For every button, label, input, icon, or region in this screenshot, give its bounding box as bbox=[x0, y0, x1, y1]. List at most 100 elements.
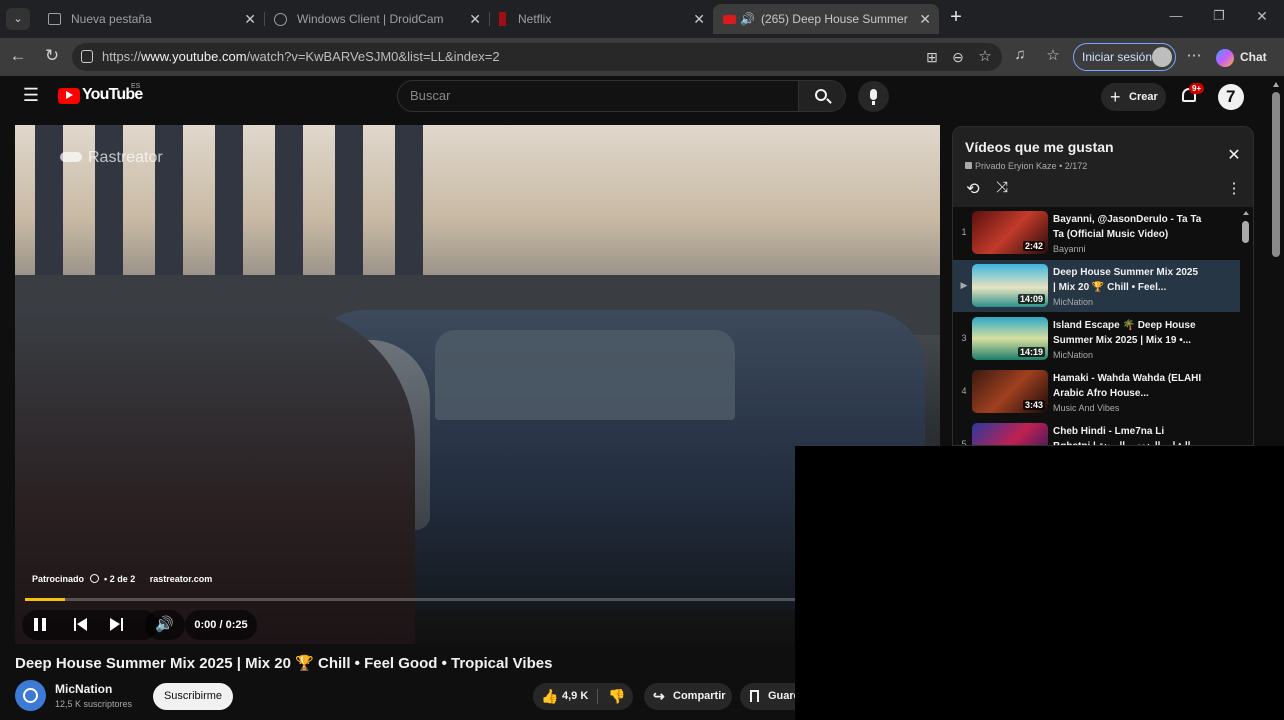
channel-logo-icon bbox=[23, 688, 38, 703]
restore-icon[interactable]: ❐ bbox=[1208, 8, 1230, 24]
playlist-panel: Vídeos que me gustan Privado Eryion Kaze… bbox=[952, 126, 1254, 446]
playlist-meta: Privado Eryion Kaze • 2/172 bbox=[965, 161, 1087, 171]
item-index: 3 bbox=[961, 333, 967, 343]
like-button[interactable]: 👍 4,9 K bbox=[533, 683, 593, 710]
share-arrow-icon: ↪ bbox=[653, 688, 665, 704]
avatar-glyph-icon: 7 bbox=[1226, 87, 1236, 106]
tab-droidcam[interactable]: Windows Client | DroidCam ✕ bbox=[264, 4, 489, 34]
url-field[interactable]: https://www.youtube.com/watch?v=KwBARVeS… bbox=[72, 43, 1002, 71]
notification-badge: 9+ bbox=[1189, 83, 1205, 94]
item-index: 5 bbox=[961, 439, 967, 446]
tab-new-tab[interactable]: Nueva pestaña ✕ bbox=[38, 4, 264, 34]
playlist-item[interactable]: 1 2:42 Bayanni, @JasonDerulo - Ta Ta Ta … bbox=[953, 207, 1240, 259]
thumbnail: 14:09 bbox=[972, 264, 1048, 307]
duration: 3:43 bbox=[1022, 400, 1045, 410]
car-red-foreground bbox=[15, 305, 415, 644]
playlist-owner[interactable]: Eryion Kaze bbox=[1008, 161, 1057, 171]
url-path: /watch?v=KwBARVeSJM0&list=LL&index=2 bbox=[246, 49, 500, 64]
like-count: 4,9 K bbox=[562, 690, 589, 702]
shuffle-icon[interactable]: ⤨ bbox=[992, 179, 1012, 196]
search-button[interactable] bbox=[799, 80, 846, 112]
close-icon[interactable]: ✕ bbox=[469, 11, 481, 28]
sign-in-button[interactable]: Iniciar sesión bbox=[1073, 43, 1176, 71]
search-input[interactable]: Buscar bbox=[397, 80, 799, 112]
reload-icon[interactable]: ↻ bbox=[42, 46, 62, 66]
facade-stripe bbox=[215, 125, 243, 280]
close-window-icon[interactable]: ✕ bbox=[1251, 8, 1273, 25]
youtube-header: ☰ YouTube ES Buscar + Crear 9+ 7 bbox=[0, 76, 1268, 118]
thumbnail: 3:43 bbox=[972, 370, 1048, 413]
extensions-icon[interactable]: ♫ bbox=[1010, 46, 1030, 63]
ad-domain[interactable]: rastreator.com bbox=[150, 574, 213, 584]
play-triangle bbox=[66, 91, 73, 99]
volume-control[interactable]: 🔊 bbox=[145, 610, 185, 640]
playlist-item[interactable]: ▶ 14:09 Deep House Summer Mix 2025 | Mix… bbox=[953, 260, 1240, 312]
region-code: ES bbox=[131, 83, 141, 90]
pause-icon[interactable] bbox=[34, 618, 46, 631]
create-button[interactable]: + Crear bbox=[1101, 83, 1166, 111]
playlist-item[interactable]: 3 14:19 Island Escape 🌴 Deep House Summe… bbox=[953, 313, 1240, 365]
site-info-icon[interactable] bbox=[81, 50, 93, 63]
scroll-thumb[interactable] bbox=[1272, 92, 1280, 257]
netflix-icon bbox=[499, 12, 506, 26]
playlist-scrollbar[interactable] bbox=[1242, 207, 1250, 445]
scroll-thumb[interactable] bbox=[1242, 221, 1249, 243]
address-bar-row: ← ↻ https://www.youtube.com/watch?v=KwBA… bbox=[0, 38, 1284, 76]
app-install-icon[interactable]: ⊞ bbox=[922, 43, 942, 71]
minimize-icon[interactable]: — bbox=[1165, 8, 1187, 23]
more-menu-icon[interactable]: ⋯ bbox=[1184, 46, 1204, 64]
next-icon[interactable] bbox=[110, 618, 124, 631]
back-icon[interactable]: ← bbox=[8, 46, 28, 66]
tab-netflix[interactable]: Netflix ✕ bbox=[489, 4, 713, 34]
copilot-chat-button[interactable]: Chat bbox=[1216, 46, 1278, 68]
subscribe-button[interactable]: Suscribirme bbox=[153, 683, 233, 710]
close-playlist-icon[interactable]: ✕ bbox=[1225, 145, 1243, 165]
tab-list-icon[interactable]: ⌄ bbox=[6, 8, 30, 30]
duration: 2:42 bbox=[1022, 241, 1045, 251]
ad-info: Patrocinado • 2 de 2 rastreator.com bbox=[32, 574, 212, 584]
channel-avatar[interactable] bbox=[15, 680, 46, 711]
scroll-up-icon[interactable] bbox=[1243, 211, 1249, 215]
share-button[interactable]: ↪ Compartir bbox=[644, 683, 732, 710]
zoom-icon[interactable]: ⊖ bbox=[948, 43, 968, 71]
speaker-icon[interactable]: 🔊 bbox=[740, 12, 755, 26]
like-dislike-group: 👍 4,9 K 👎 bbox=[533, 683, 633, 710]
plus-icon: + bbox=[1110, 87, 1121, 107]
dislike-button[interactable]: 👎 bbox=[599, 683, 633, 710]
voice-search-button[interactable] bbox=[858, 81, 889, 112]
favorite-star-icon[interactable]: ☆ bbox=[975, 43, 995, 71]
playlist-item[interactable]: 5 Cheb Hindi - Lme7na Li Bghatni | الشاب… bbox=[953, 419, 1240, 446]
playlist-privacy: Privado bbox=[975, 161, 1006, 171]
item-index: 4 bbox=[961, 386, 967, 396]
notifications-button[interactable]: 9+ bbox=[1180, 83, 1205, 106]
playlist-item[interactable]: 4 3:43 Hamaki - Wahda Wahda (ELAHI Arabi… bbox=[953, 366, 1240, 418]
close-icon[interactable]: ✕ bbox=[919, 11, 931, 28]
close-icon[interactable]: ✕ bbox=[693, 11, 705, 28]
scroll-up-icon[interactable] bbox=[1273, 82, 1279, 87]
previous-icon[interactable] bbox=[74, 618, 88, 631]
menu-icon[interactable]: ☰ bbox=[20, 85, 42, 106]
item-title: Bayanni, @JasonDerulo - Ta Ta Ta (Offici… bbox=[1053, 214, 1202, 240]
account-avatar[interactable]: 7 bbox=[1218, 84, 1244, 110]
more-vert-icon[interactable]: ⋮ bbox=[1225, 179, 1243, 197]
close-icon[interactable]: ✕ bbox=[244, 11, 256, 28]
thumbnail: 14:19 bbox=[972, 317, 1048, 360]
ad-label: Patrocinado bbox=[32, 574, 85, 584]
chat-label: Chat bbox=[1240, 50, 1267, 64]
favorites-icon[interactable]: ☆ bbox=[1043, 46, 1063, 64]
loop-icon[interactable]: ⟲ bbox=[963, 179, 983, 199]
new-tab-icon[interactable]: + bbox=[945, 6, 967, 29]
channel-name[interactable]: MicNation bbox=[55, 682, 112, 696]
thumbs-down-icon: 👎 bbox=[608, 688, 626, 704]
playlist-title[interactable]: Vídeos que me gustan bbox=[965, 139, 1114, 155]
search-handle bbox=[826, 98, 832, 104]
item-channel: MicNation bbox=[1053, 297, 1094, 307]
info-icon[interactable] bbox=[89, 574, 99, 583]
rastreator-dog-icon bbox=[60, 152, 82, 162]
tab-youtube[interactable]: 🔊 (265) Deep House Summer Mi ✕ bbox=[713, 4, 939, 34]
playlist-position: • 2/172 bbox=[1059, 161, 1088, 171]
now-playing-icon: ▶ bbox=[960, 280, 968, 290]
tab-label: Nueva pestaña bbox=[71, 12, 152, 26]
browser-tab-bar: ⌄ Nueva pestaña ✕ Windows Client | Droid… bbox=[0, 0, 1284, 38]
copilot-icon bbox=[1216, 48, 1234, 67]
